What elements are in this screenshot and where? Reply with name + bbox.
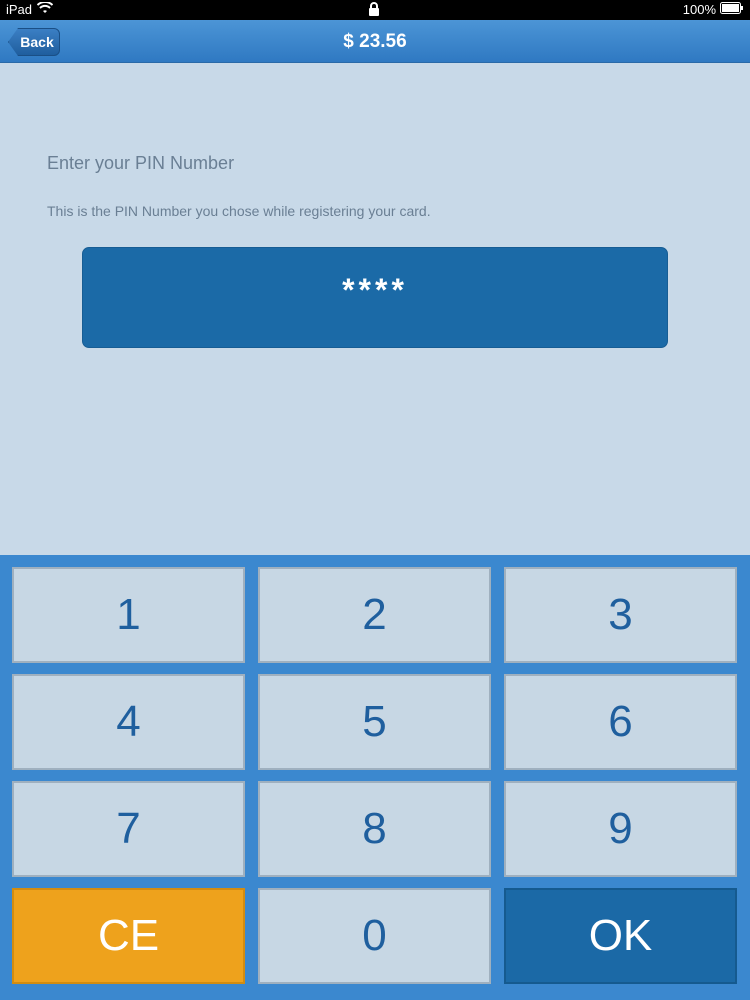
pin-entry-panel: Enter your PIN Number This is the PIN Nu… bbox=[0, 63, 750, 555]
status-right: 100% bbox=[683, 2, 744, 17]
status-bar: iPad 100% bbox=[0, 0, 750, 20]
prompt-title: Enter your PIN Number bbox=[47, 153, 235, 173]
key-0[interactable]: 0 bbox=[258, 888, 491, 984]
battery-icon bbox=[720, 2, 744, 17]
device-name: iPad bbox=[6, 2, 33, 17]
prompt-subtitle: This is the PIN Number you chose while r… bbox=[47, 203, 431, 219]
key-9[interactable]: 9 bbox=[504, 781, 737, 877]
key-6[interactable]: 6 bbox=[504, 674, 737, 770]
key-5[interactable]: 5 bbox=[258, 674, 491, 770]
key-4[interactable]: 4 bbox=[12, 674, 245, 770]
key-1[interactable]: 1 bbox=[12, 567, 245, 663]
navigation-bar: Back $ 23.56 bbox=[0, 20, 750, 63]
pin-input[interactable]: **** bbox=[82, 247, 668, 348]
lock-icon bbox=[368, 2, 380, 19]
battery-percent: 100% bbox=[682, 2, 716, 17]
key-7[interactable]: 7 bbox=[12, 781, 245, 877]
key-3[interactable]: 3 bbox=[504, 567, 737, 663]
numeric-keypad: 1 2 3 4 5 6 7 8 9 CE 0 OK bbox=[0, 555, 750, 1000]
status-left: iPad bbox=[6, 1, 54, 17]
wifi-icon bbox=[36, 1, 54, 17]
key-8[interactable]: 8 bbox=[258, 781, 491, 877]
clear-entry-button[interactable]: CE bbox=[12, 888, 245, 984]
amount-title: $ 23.56 bbox=[343, 31, 407, 52]
ok-button[interactable]: OK bbox=[504, 888, 737, 984]
key-2[interactable]: 2 bbox=[258, 567, 491, 663]
